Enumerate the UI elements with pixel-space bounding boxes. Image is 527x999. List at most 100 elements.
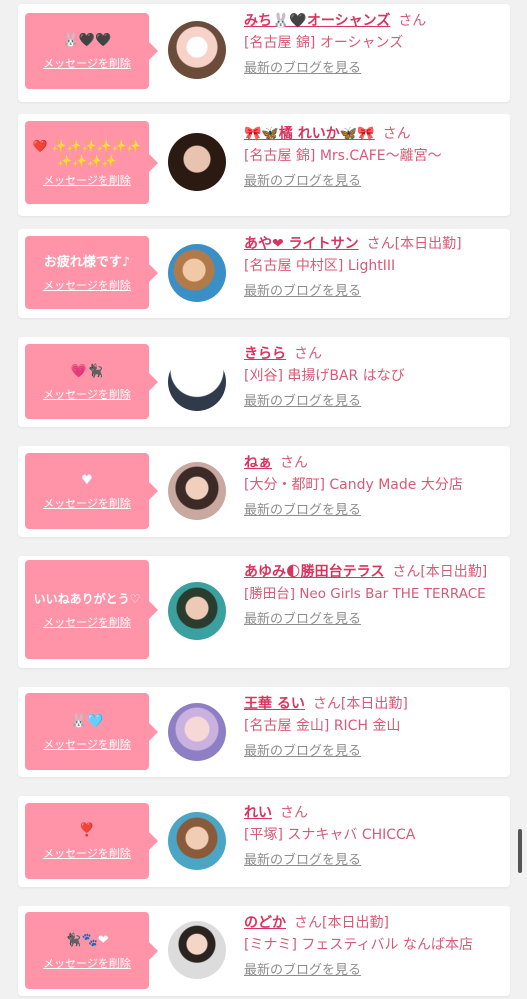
user-name-link[interactable]: ねぁ (244, 455, 272, 471)
name-suffix: さん (280, 455, 308, 471)
message-text: 🐈‍⬛🐾❤ (65, 932, 109, 948)
item-info: みち🐰🖤オーシャンズ さん [名古屋 錦] オーシャンズ 最新のブログを見る (244, 11, 506, 78)
shop-text: [ミナミ] フェスティバル なんば本店 (244, 937, 473, 953)
item-info: きらら さん [刈谷] 串揚げBAR はなび 最新のブログを見る (244, 344, 506, 411)
message-text: ❣️ (78, 823, 96, 838)
avatar[interactable] (168, 582, 226, 640)
message-bubble: ❣️ メッセージを削除 (25, 803, 158, 879)
message-bubble: 🐰🩵 メッセージを削除 (25, 693, 158, 770)
user-name-link[interactable]: 王華 るい (244, 696, 305, 712)
name-line: れい さん (244, 803, 506, 823)
list-item: ❤️ ✨✨✨✨✨✨ ✨✨✨✨ メッセージを削除 🎀🦋橘 れいか🦋🎀 さん [名古屋… (18, 114, 510, 216)
item-info: 🎀🦋橘 れいか🦋🎀 さん [名古屋 錦] Mrs.CAFE〜離宮〜 最新のブログを… (244, 124, 506, 191)
avatar[interactable] (168, 812, 226, 870)
delete-message-link[interactable]: メッセージを削除 (43, 174, 131, 187)
delete-message-link[interactable]: メッセージを削除 (43, 279, 131, 292)
latest-blog-link[interactable]: 最新のブログを見る (244, 283, 361, 301)
message-text: お疲れ様です♪ (43, 254, 131, 270)
avatar[interactable] (168, 353, 226, 411)
delete-message-link[interactable]: メッセージを削除 (43, 847, 131, 860)
list-item: 🐰🩵 メッセージを削除 王華 るい さん[本日出勤] [名古屋 金山] RICH … (18, 687, 510, 777)
list-item: 💗🐈‍⬛ メッセージを削除 きらら さん [刈谷] 串揚げBAR はなび 最新のブ… (18, 337, 510, 427)
item-info: 王華 るい さん[本日出勤] [名古屋 金山] RICH 金山 最新のブログを見る (244, 694, 506, 761)
latest-blog-link[interactable]: 最新のブログを見る (244, 611, 361, 629)
name-line: のどか さん[本日出勤] (244, 913, 506, 933)
shop-text: [勝田台] Neo Girls Bar THE TERRACE (244, 586, 486, 602)
delete-message-link[interactable]: メッセージを削除 (43, 497, 131, 510)
avatar[interactable] (168, 133, 226, 191)
avatar[interactable] (168, 921, 226, 979)
shop-text: [大分・都町] Candy Made 大分店 (244, 477, 463, 493)
message-text: ♥ (81, 473, 93, 488)
shop-text: [刈谷] 串揚げBAR はなび (244, 368, 405, 384)
latest-blog-link[interactable]: 最新のブログを見る (244, 962, 361, 980)
name-line: あや❤ ライトサン さん[本日出勤] (244, 234, 506, 254)
avatar[interactable] (168, 703, 226, 761)
message-text: ❤️ ✨✨✨✨✨✨ ✨✨✨✨ (32, 138, 142, 168)
item-info: あゆみ🌓勝田台テラス さん[本日出勤] [勝田台] Neo Girls Bar T… (244, 562, 506, 629)
shop-text: [平塚] スナキャバ CHICCA (244, 827, 416, 843)
delete-message-link[interactable]: メッセージを削除 (43, 957, 131, 970)
name-suffix: さん (294, 346, 322, 362)
name-suffix: さん[本日出勤] (392, 564, 488, 580)
name-line: ねぁ さん (244, 453, 506, 473)
latest-blog-link[interactable]: 最新のブログを見る (244, 852, 361, 870)
shop-text: [名古屋 中村区] LightIII (244, 258, 396, 274)
message-text: 🐰🖤🖤 (62, 33, 112, 48)
scrollbar[interactable] (518, 829, 522, 873)
name-suffix: さん[本日出勤] (294, 915, 389, 931)
name-suffix: さん (398, 13, 427, 29)
user-name-link[interactable]: のどか (244, 915, 286, 931)
name-line: 王華 るい さん[本日出勤] (244, 694, 506, 714)
item-info: れい さん [平塚] スナキャバ CHICCA 最新のブログを見る (244, 803, 506, 870)
name-line: みち🐰🖤オーシャンズ さん (244, 11, 506, 31)
name-line: きらら さん (244, 344, 506, 364)
message-bubble: ❤️ ✨✨✨✨✨✨ ✨✨✨✨ メッセージを削除 (25, 121, 158, 204)
message-bubble: 💗🐈‍⬛ メッセージを削除 (25, 344, 158, 419)
latest-blog-link[interactable]: 最新のブログを見る (244, 502, 361, 520)
avatar[interactable] (168, 462, 226, 520)
user-name-link[interactable]: みち🐰🖤オーシャンズ (244, 13, 390, 29)
list-item: お疲れ様です♪ メッセージを削除 あや❤ ライトサン さん[本日出勤] [名古屋 … (18, 229, 510, 318)
message-bubble: 🐈‍⬛🐾❤ メッセージを削除 (25, 912, 158, 989)
list-item: ♥ メッセージを削除 ねぁ さん [大分・都町] Candy Made 大分店 最… (18, 446, 510, 537)
list-item: ❣️ メッセージを削除 れい さん [平塚] スナキャバ CHICCA 最新のブロ… (18, 796, 510, 887)
avatar[interactable] (168, 244, 226, 302)
list-item: 🐈‍⬛🐾❤ メッセージを削除 のどか さん[本日出勤] [ミナミ] フェスティバル… (18, 906, 510, 996)
message-text: 💗🐈‍⬛ (70, 363, 104, 379)
message-bubble: 🐰🖤🖤 メッセージを削除 (25, 13, 158, 89)
name-suffix: さん (280, 805, 308, 821)
item-info: のどか さん[本日出勤] [ミナミ] フェスティバル なんば本店 最新のブログを見… (244, 913, 506, 980)
user-name-link[interactable]: れい (244, 805, 272, 821)
name-line: 🎀🦋橘 れいか🦋🎀 さん (244, 124, 506, 144)
delete-message-link[interactable]: メッセージを削除 (43, 57, 131, 70)
user-name-link[interactable]: 🎀🦋橘 れいか🦋🎀 (244, 126, 375, 142)
shop-text: [名古屋 錦] オーシャンズ (244, 35, 404, 51)
avatar[interactable] (168, 21, 226, 79)
message-bubble: お疲れ様です♪ メッセージを削除 (25, 236, 158, 309)
message-bubble: いいねありがとう♡ メッセージを削除 (25, 560, 158, 659)
shop-text: [名古屋 金山] RICH 金山 (244, 718, 401, 734)
shop-text: [名古屋 錦] Mrs.CAFE〜離宮〜 (244, 148, 442, 164)
delete-message-link[interactable]: メッセージを削除 (43, 738, 131, 751)
latest-blog-link[interactable]: 最新のブログを見る (244, 743, 361, 761)
delete-message-link[interactable]: メッセージを削除 (43, 388, 131, 401)
name-suffix: さん[本日出勤] (366, 236, 462, 252)
message-text: 🐰🩵 (70, 713, 104, 729)
list-item: 🐰🖤🖤 メッセージを削除 みち🐰🖤オーシャンズ さん [名古屋 錦] オーシャンズ… (18, 4, 510, 102)
latest-blog-link[interactable]: 最新のブログを見る (244, 393, 361, 411)
latest-blog-link[interactable]: 最新のブログを見る (244, 60, 361, 78)
user-name-link[interactable]: あゆみ🌓勝田台テラス (244, 564, 384, 580)
item-info: あや❤ ライトサン さん[本日出勤] [名古屋 中村区] LightIII 最新の… (244, 234, 506, 301)
user-name-link[interactable]: きらら (244, 346, 286, 362)
latest-blog-link[interactable]: 最新のブログを見る (244, 173, 361, 191)
name-suffix: さん[本日出勤] (312, 696, 408, 712)
delete-message-link[interactable]: メッセージを削除 (43, 616, 131, 629)
list-item: いいねありがとう♡ メッセージを削除 あゆみ🌓勝田台テラス さん[本日出勤] [勝… (18, 556, 510, 668)
user-name-link[interactable]: あや❤ ライトサン (244, 236, 359, 252)
name-line: あゆみ🌓勝田台テラス さん[本日出勤] (244, 562, 506, 582)
item-info: ねぁ さん [大分・都町] Candy Made 大分店 最新のブログを見る (244, 453, 506, 520)
message-text: いいねありがとう♡ (33, 591, 141, 606)
name-suffix: さん (382, 126, 411, 142)
message-bubble: ♥ メッセージを削除 (25, 453, 158, 529)
